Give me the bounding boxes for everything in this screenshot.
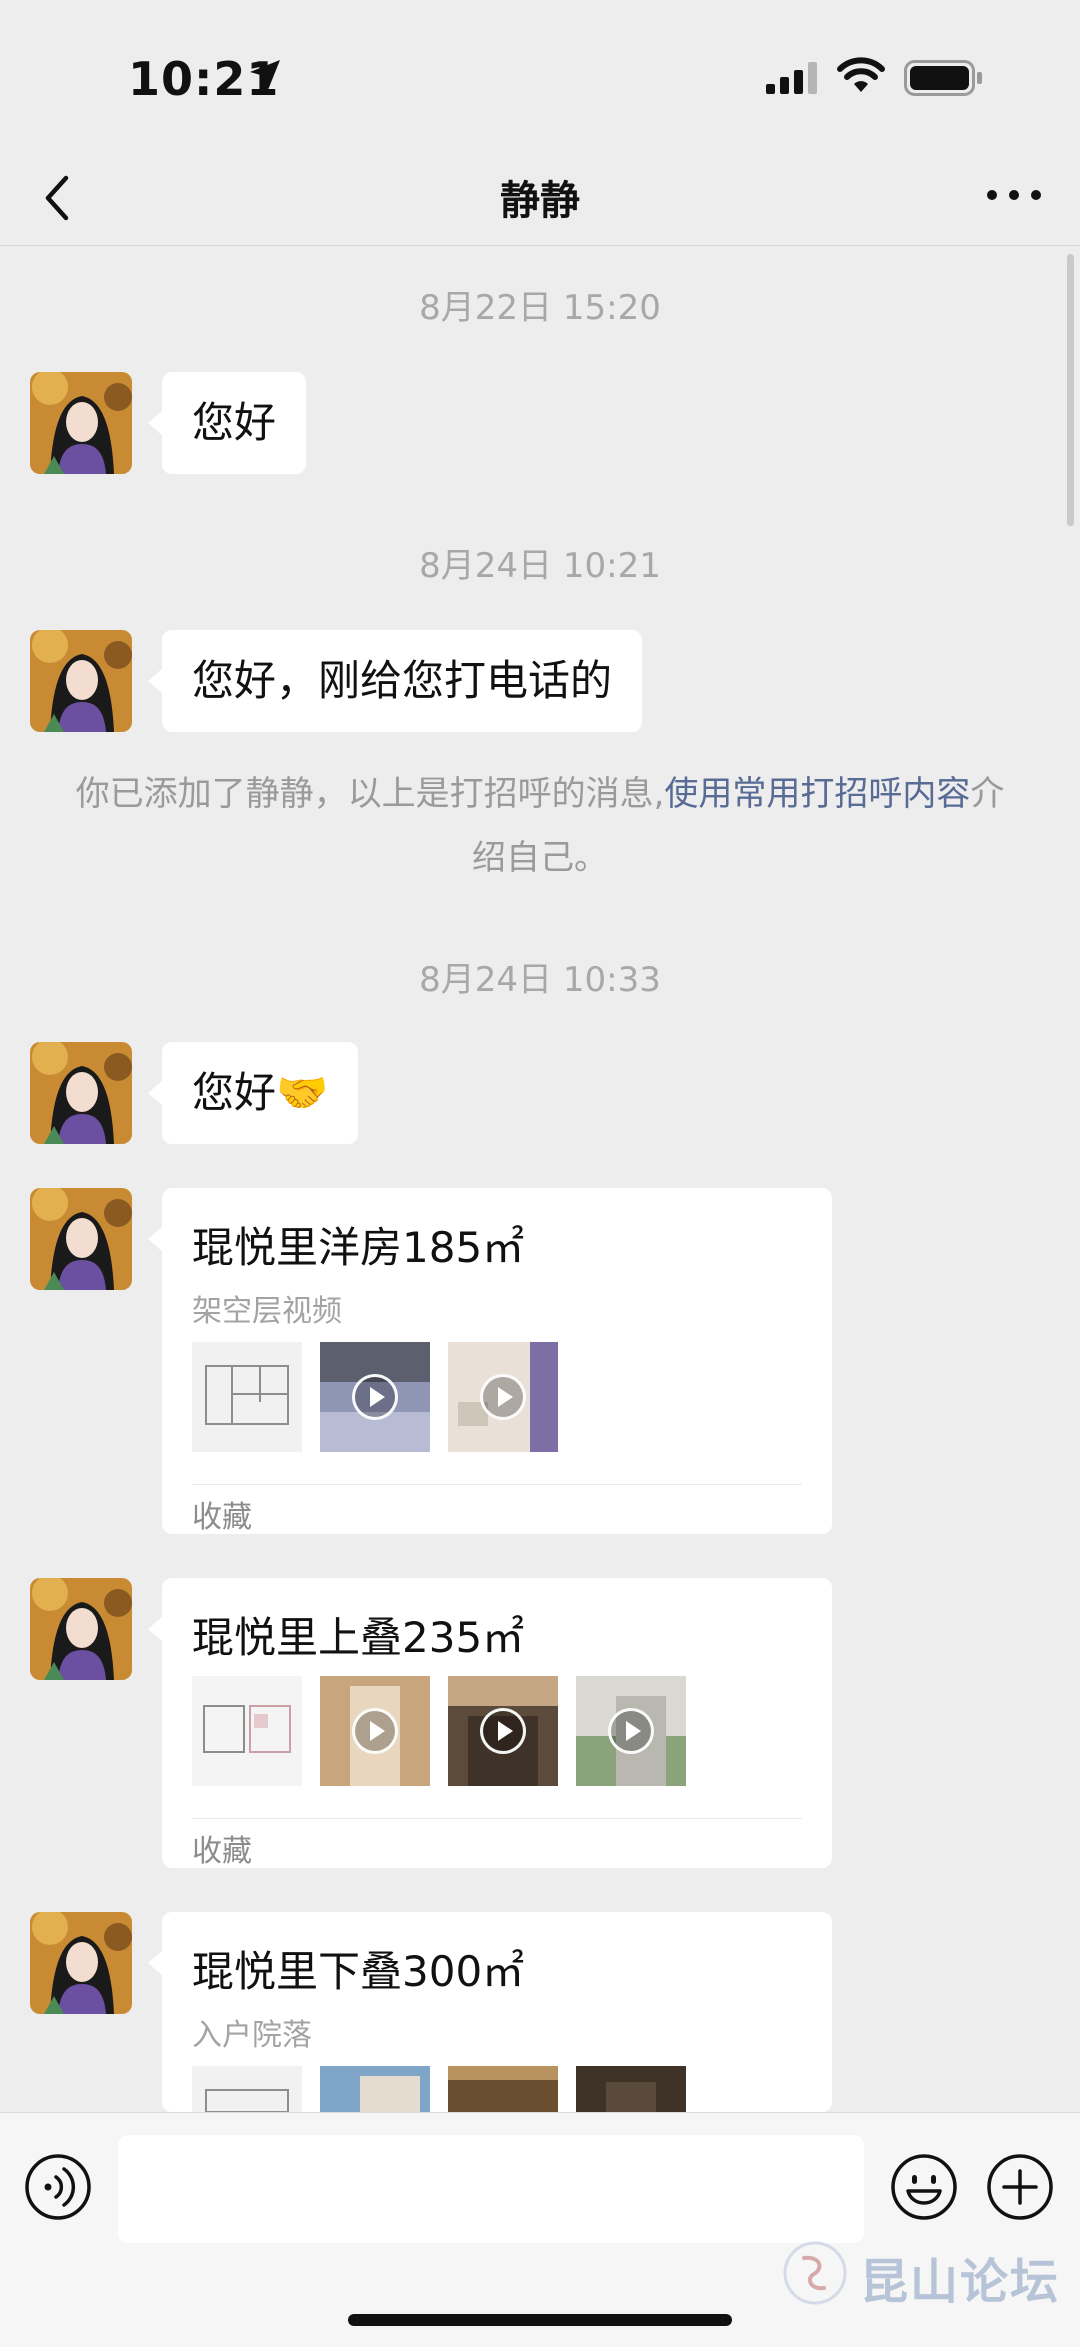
message-bubble[interactable]: 您好，刚给您打电话的 [147,630,643,732]
message-bubble[interactable]: 您好🤝 [147,1042,359,1144]
avatar[interactable] [30,1912,132,2014]
card-thumbnails [192,1342,558,1452]
video-thumbnail[interactable] [576,2066,686,2112]
play-icon[interactable] [352,1708,398,1754]
cellular-signal-icon [766,62,817,94]
greeting-template-link[interactable]: 使用常用打招呼内容 [664,774,970,814]
plus-icon[interactable] [986,2153,1054,2221]
emoji-icon[interactable] [890,2153,958,2221]
message-timestamp: 8月22日 15:20 [419,288,661,328]
message-bubble[interactable]: 您好 [147,372,307,474]
more-dots-icon[interactable] [984,180,1044,210]
video-thumbnail[interactable] [320,2066,430,2112]
location-arrow-icon [250,60,280,90]
floorplan-thumbnail[interactable] [192,1342,302,1452]
avatar[interactable] [30,1578,132,1680]
watermark: 昆山论坛 [780,2238,1070,2310]
card-thumbnails [192,1676,686,1786]
message-timestamp: 8月24日 10:21 [419,546,661,586]
card-title: 琨悦里上叠235㎡ [192,1613,525,1662]
floorplan-thumbnail[interactable] [192,1676,302,1786]
chat-title: 静静 [500,178,580,224]
watermark-logo-icon [783,2241,847,2305]
system-note-text: 你已添加了静静，以上是打招呼的消息, [75,774,665,814]
battery-icon [904,60,982,96]
play-icon[interactable] [608,1708,654,1754]
card-title: 琨悦里洋房185㎡ [192,1223,525,1272]
avatar[interactable] [30,1042,132,1144]
card-divider [192,1484,802,1485]
favorite-card[interactable]: 琨悦里上叠235㎡ 收藏 [148,1578,832,1869]
watermark-text: 昆山论坛 [860,2254,1061,2310]
card-title: 琨悦里下叠300㎡ [192,1947,525,1996]
play-icon[interactable] [352,1374,398,1420]
play-icon[interactable] [480,1708,526,1754]
video-thumbnail[interactable] [320,1342,430,1452]
play-icon[interactable] [480,1374,526,1420]
favorite-card[interactable]: 琨悦里洋房185㎡ 架空层视频 收藏 [148,1188,832,1535]
system-note: 你已添加了静静，以上是打招呼的消息,使用常用打招呼内容介绍自己。 [60,762,1020,890]
card-divider [192,1818,802,1819]
voice-icon[interactable] [24,2153,92,2221]
avatar[interactable] [30,630,132,732]
card-thumbnails [192,2066,686,2112]
video-thumbnail[interactable] [448,1676,558,1786]
status-bar: 10:21 [0,0,1080,150]
card-source-label: 收藏 [192,1834,252,1869]
video-thumbnail[interactable] [320,1676,430,1786]
favorite-card[interactable]: 琨悦里下叠300㎡ 入户院落 [148,1912,832,2112]
card-subtitle: 入户院落 [192,2018,312,2053]
card-source-label: 收藏 [192,1500,252,1535]
card-subtitle: 架空层视频 [192,1294,342,1329]
home-indicator[interactable] [348,2314,732,2326]
floorplan-thumbnail[interactable] [192,2066,302,2112]
video-thumbnail[interactable] [576,1676,686,1786]
chat-header: 静静 [0,150,1080,246]
message-timestamp: 8月24日 10:33 [419,960,661,1000]
avatar[interactable] [30,372,132,474]
wifi-icon [837,57,885,92]
video-thumbnail[interactable] [448,2066,558,2112]
video-thumbnail[interactable] [448,1342,558,1452]
avatar[interactable] [30,1188,132,1290]
message-input[interactable] [118,2135,864,2243]
